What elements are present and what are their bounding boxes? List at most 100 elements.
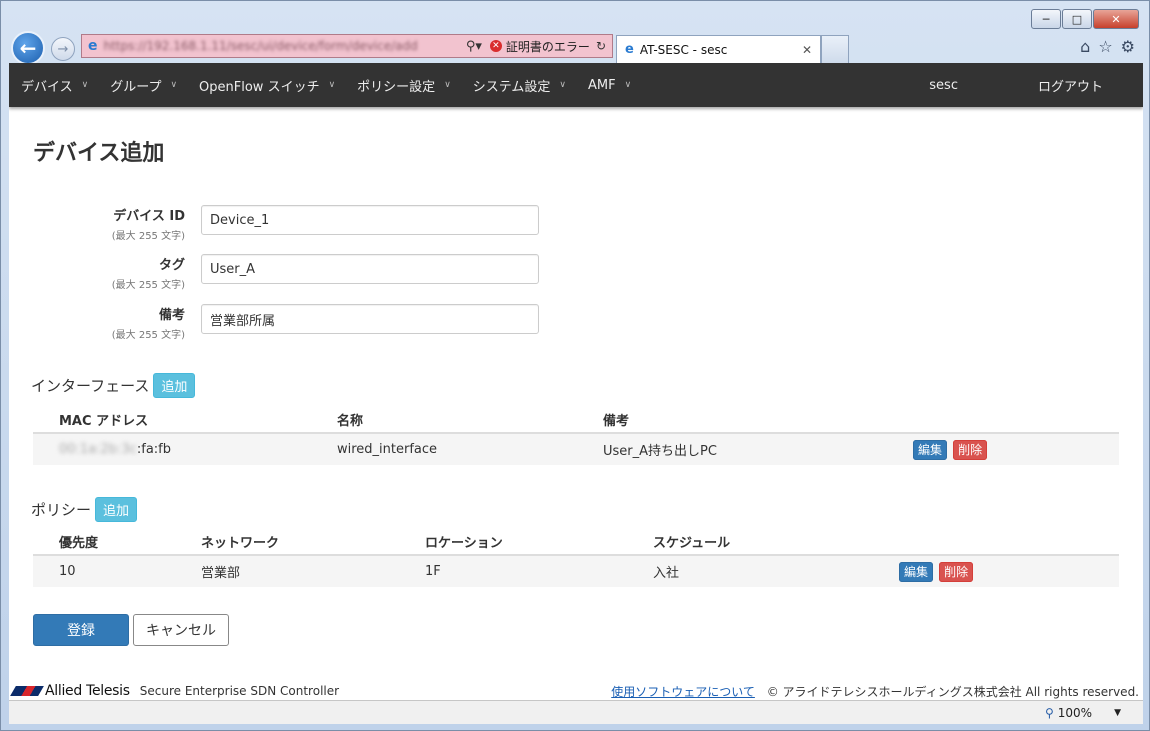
device-id-input[interactable] — [201, 205, 539, 235]
zoom-dropdown-icon[interactable]: ▼ — [1114, 708, 1121, 718]
address-bar[interactable]: e https://192.168.1.11/sesc/ui/device/fo… — [81, 34, 613, 58]
zoom-icon: ⚲ — [1044, 705, 1054, 720]
tab-ie-icon: e — [625, 42, 634, 57]
nav-amf-label: AMF — [588, 77, 616, 93]
browser-toolbar: ⌂ ☆ ⚙ — [1080, 37, 1135, 56]
column-header-priority: 優先度 — [33, 529, 175, 556]
browser-tab[interactable]: e AT-SESC - sesc ✕ — [616, 35, 821, 63]
close-window-icon[interactable]: ✕ — [1093, 9, 1139, 29]
nav-groups[interactable]: グループ ∨ — [110, 76, 177, 95]
zoom-level[interactable]: 100% — [1058, 706, 1092, 720]
tag-label-text: タグ — [158, 258, 185, 273]
submit-button[interactable]: 登録 — [33, 614, 129, 646]
address-row: ← → e https://192.168.1.11/sesc/ui/devic… — [9, 31, 1141, 65]
mac-visible: :fa:fb — [136, 442, 172, 457]
nav-groups-label: グループ — [110, 79, 162, 95]
tag-hint: (最大 255 文字) — [111, 280, 185, 291]
product-name: Secure Enterprise SDN Controller — [139, 684, 340, 698]
minimize-icon[interactable]: ─ — [1031, 9, 1061, 29]
search-icon[interactable]: ⚲▾ — [466, 39, 482, 54]
interfaces-table: MAC アドレス 名称 備考 00:1a:2b:3c:fa:fb wired_i… — [33, 407, 1119, 465]
address-url[interactable]: https://192.168.1.11/sesc/ui/device/form… — [104, 39, 462, 53]
tag-row: タグ (最大 255 文字) — [9, 254, 549, 298]
status-bar: ⚲ 100% ▼ — [9, 700, 1143, 724]
column-header-actions — [887, 407, 1119, 434]
chevron-down-icon: ∨ — [624, 80, 632, 90]
edit-interface-button[interactable]: 編集 — [913, 440, 948, 460]
chevron-down-icon: ∨ — [328, 80, 336, 90]
cell-actions: 編集 削除 — [887, 433, 1119, 465]
policies-table: 優先度 ネットワーク ロケーション スケジュール 10 営業部 1F 入社 編集… — [33, 529, 1119, 587]
nav-user[interactable]: sesc — [929, 76, 958, 95]
nav-policy-label: ポリシー設定 — [357, 79, 436, 95]
column-header-schedule: スケジュール — [627, 529, 873, 556]
cell-network: 営業部 — [175, 555, 399, 587]
tab-title: AT-SESC - sesc — [639, 42, 728, 57]
window-controls: ─ □ ✕ — [1031, 9, 1139, 29]
column-header-name: 名称 — [311, 407, 577, 434]
cell-schedule: 入社 — [627, 555, 873, 587]
top-navbar: デバイス ∨ グループ ∨ OpenFlow スイッチ ∨ ポリシー設定 ∨ システム設… — [9, 63, 1143, 107]
device-id-row: デバイス ID (最大 255 文字) — [9, 205, 549, 249]
table-row: 00:1a:2b:3c:fa:fb wired_interface User_A… — [33, 433, 1119, 465]
page-content: デバイス ∨ グループ ∨ OpenFlow スイッチ ∨ ポリシー設定 ∨ システム設… — [9, 63, 1143, 700]
chevron-down-icon: ∨ — [170, 80, 178, 90]
tab-close-icon[interactable]: ✕ — [802, 43, 812, 57]
table-row: 10 営業部 1F 入社 編集 削除 — [33, 555, 1119, 587]
page-title: デバイス追加 — [33, 141, 165, 166]
favorites-star-icon[interactable]: ☆ — [1098, 37, 1112, 56]
nav-system-settings[interactable]: システム設定 ∨ — [473, 76, 566, 95]
chevron-down-icon: ∨ — [559, 80, 566, 90]
column-header-network: ネットワーク — [175, 529, 399, 556]
home-icon[interactable]: ⌂ — [1080, 37, 1090, 56]
interfaces-section-title: インターフェース 追加 — [31, 373, 196, 398]
column-header-note: 備考 — [577, 407, 887, 434]
note-hint: (最大 255 文字) — [111, 330, 185, 341]
delete-policy-button[interactable]: 削除 — [939, 562, 974, 582]
note-row: 備考 (最大 255 文字) — [9, 304, 549, 348]
cert-error-icon[interactable]: ✕ — [489, 40, 502, 52]
note-label-text: 備考 — [158, 308, 185, 323]
add-interface-button[interactable]: 追加 — [153, 373, 196, 398]
cell-actions: 編集 削除 — [873, 555, 1119, 587]
nav-devices[interactable]: デバイス ∨ — [21, 76, 88, 95]
logout-link[interactable]: ログアウト — [1038, 76, 1103, 95]
edit-policy-button[interactable]: 編集 — [899, 562, 934, 582]
cell-location: 1F — [399, 555, 627, 587]
policies-header-row: 優先度 ネットワーク ロケーション スケジュール — [33, 529, 1119, 556]
column-header-mac: MAC アドレス — [33, 407, 311, 434]
device-id-label: デバイス ID (最大 255 文字) — [112, 205, 185, 242]
add-policy-button[interactable]: 追加 — [95, 497, 138, 522]
tag-input[interactable] — [201, 254, 539, 284]
nav-amf[interactable]: AMF ∨ — [588, 78, 631, 93]
refresh-icon[interactable]: ↻ — [596, 39, 606, 53]
column-header-location: ロケーション — [399, 529, 627, 556]
cell-name: wired_interface — [311, 433, 577, 465]
delete-interface-button[interactable]: 削除 — [953, 440, 988, 460]
back-arrow-icon[interactable]: ← — [11, 31, 45, 65]
browser-window: ─ □ ✕ ← → e https://192.168.1.11/sesc/ui… — [0, 0, 1150, 731]
forward-arrow-icon[interactable]: → — [51, 37, 75, 61]
chevron-down-icon: ∨ — [81, 80, 89, 90]
nav-devices-label: デバイス — [21, 79, 73, 95]
cancel-button[interactable]: キャンセル — [133, 614, 229, 646]
brand-logo: Allied Telesis — [10, 683, 130, 699]
nav-openflow-switch[interactable]: OpenFlow スイッチ ∨ — [199, 76, 335, 95]
tag-label: タグ (最大 255 文字) — [112, 254, 185, 291]
nav-openflow-label: OpenFlow スイッチ — [199, 79, 320, 95]
cert-error-text[interactable]: 証明書のエラー — [506, 38, 590, 55]
settings-gear-icon[interactable]: ⚙ — [1121, 37, 1135, 56]
nav-right: sesc ログアウト — [929, 76, 1131, 95]
maximize-icon[interactable]: □ — [1062, 9, 1092, 29]
allied-telesis-logo-icon — [10, 686, 44, 696]
note-input[interactable] — [201, 304, 539, 334]
note-label: 備考 (最大 255 文字) — [112, 304, 185, 341]
policies-section-title: ポリシー 追加 — [31, 497, 138, 522]
new-tab-button[interactable] — [821, 35, 849, 63]
mac-hidden: 00:1a:2b:3c — [59, 442, 137, 457]
software-info-link[interactable]: 使用ソフトウェアについて — [611, 685, 755, 699]
copyright: © アライドテレシスホールディングス株式会社 All rights reserv… — [766, 684, 1139, 699]
nav-system-label: システム設定 — [472, 79, 551, 95]
device-id-label-text: デバイス ID — [113, 209, 185, 224]
nav-policy-settings[interactable]: ポリシー設定 ∨ — [357, 76, 451, 95]
